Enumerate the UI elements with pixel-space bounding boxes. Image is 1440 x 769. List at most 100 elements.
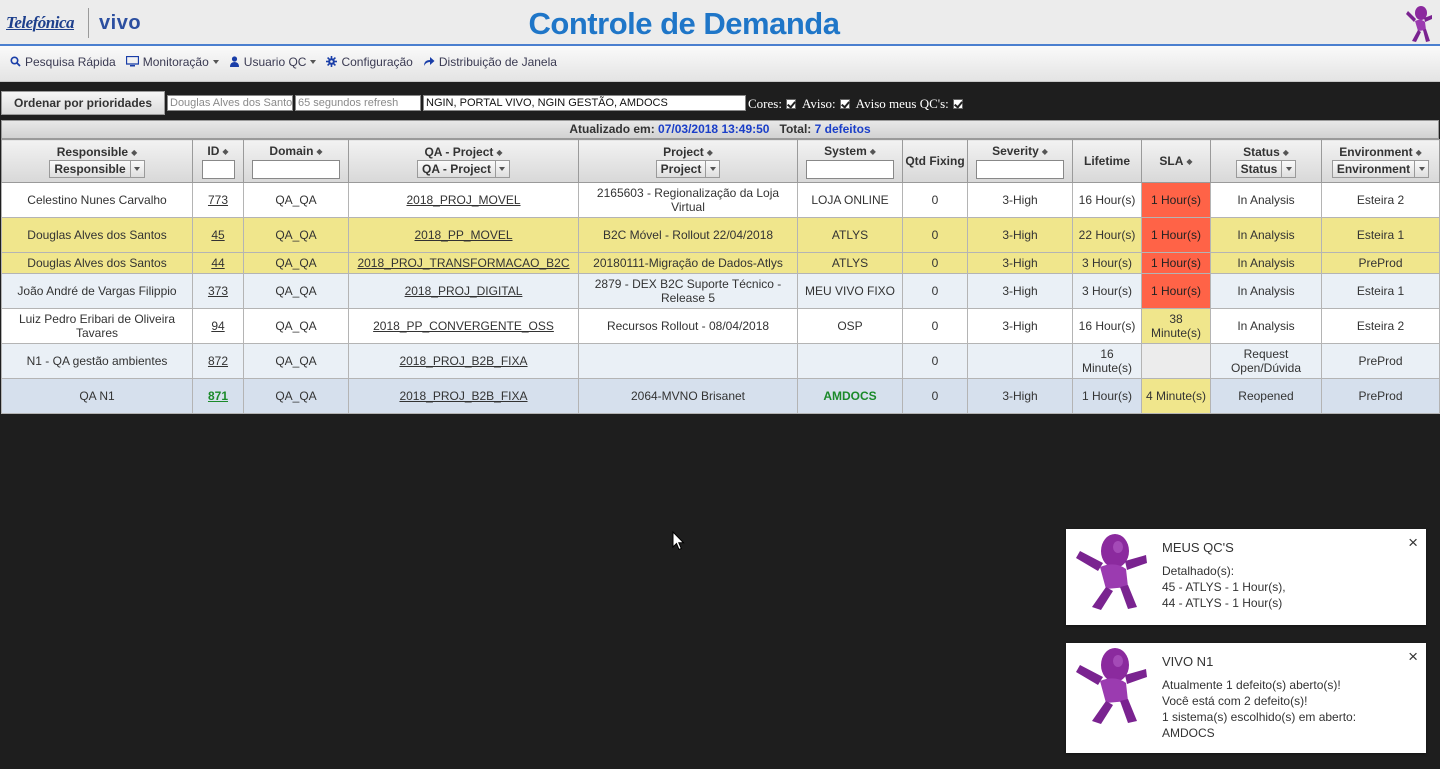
- defect-id-link[interactable]: 45: [211, 228, 224, 242]
- qa-project-link[interactable]: 2018_PP_MOVEL: [414, 228, 512, 242]
- col-id[interactable]: ID ◆: [192, 139, 244, 183]
- table-row[interactable]: Luiz Pedro Eribari de Oliveira Tavares 9…: [1, 308, 1440, 344]
- chevron-down-icon: [1414, 160, 1428, 177]
- table-row-selected[interactable]: QA N1 871 QA_QA 2018_PROJ_B2B_FIXA 2064-…: [1, 378, 1440, 414]
- cell-responsible: Douglas Alves dos Santos: [1, 217, 193, 253]
- table-row[interactable]: Douglas Alves dos Santos 45 QA_QA 2018_P…: [1, 217, 1440, 253]
- chevron-down-icon: [705, 160, 719, 177]
- cell-severity: 3-High: [967, 252, 1073, 274]
- notification-line: AMDOCS: [1162, 726, 1215, 740]
- aviso-checkbox[interactable]: [839, 99, 850, 109]
- system-filter-input[interactable]: [806, 159, 894, 179]
- notification-line: Atualmente 1 defeito(s) aberto(s)!: [1162, 678, 1341, 692]
- status-filter-select[interactable]: Status: [1235, 159, 1297, 178]
- updated-value: 07/03/2018 13:49:50: [658, 122, 770, 136]
- col-label: ID: [207, 143, 220, 158]
- mascot-icon: [1076, 534, 1147, 610]
- id-filter-input[interactable]: [201, 159, 235, 179]
- qa-project-link[interactable]: 2018_PROJ_B2B_FIXA: [399, 354, 527, 368]
- notification-line: Detalhado(s):: [1162, 564, 1235, 578]
- cell-system: [797, 343, 903, 379]
- table-row[interactable]: N1 - QA gestão ambientes 872 QA_QA 2018_…: [1, 343, 1440, 379]
- app-header: Telefónica vivo Controle de Demanda: [0, 0, 1440, 46]
- defect-id-link[interactable]: 773: [208, 193, 228, 207]
- user-icon: [229, 56, 240, 67]
- select-label: Responsible: [54, 161, 126, 176]
- col-label: Project: [663, 144, 704, 159]
- defect-id-link[interactable]: 44: [211, 256, 224, 270]
- sort-icon: ◆: [1186, 157, 1193, 166]
- defect-id-link[interactable]: 872: [208, 354, 228, 368]
- menu-pesquisa-rapida[interactable]: Pesquisa Rápida: [10, 55, 116, 69]
- col-system[interactable]: System ◆: [797, 139, 903, 183]
- qa-project-link[interactable]: 2018_PROJ_MOVEL: [406, 193, 520, 207]
- cell-qtd-fixing: 0: [902, 217, 968, 253]
- col-qtd-fixing: Qtd Fixing: [902, 139, 968, 183]
- aviso-meus-qcs-checkbox[interactable]: [952, 99, 963, 109]
- cell-responsible: Luiz Pedro Eribari de Oliveira Tavares: [1, 308, 193, 344]
- cell-qa-project: 2018_PP_MOVEL: [348, 217, 579, 253]
- defect-id-link[interactable]: 373: [208, 284, 228, 298]
- cell-project: Recursos Rollout - 08/04/2018: [578, 308, 798, 344]
- qa-project-link[interactable]: 2018_PP_CONVERGENTE_OSS: [373, 319, 554, 333]
- menu-label: Usuario QC: [243, 54, 307, 69]
- col-project[interactable]: Project ◆ Project: [578, 139, 798, 183]
- notification-title: MEUS QC'S: [1162, 540, 1234, 555]
- table-row[interactable]: Douglas Alves dos Santos 44 QA_QA 2018_P…: [1, 252, 1440, 274]
- table-row[interactable]: João André de Vargas Filippio 373 QA_QA …: [1, 273, 1440, 309]
- menu-label: Configuração: [341, 54, 413, 69]
- total-label: Total:: [779, 122, 812, 136]
- cell-severity: 3-High: [967, 273, 1073, 309]
- cores-checkbox[interactable]: [785, 99, 796, 109]
- user-filter-input[interactable]: Douglas Alves dos Santos: [167, 95, 293, 111]
- cell-system: OSP: [797, 308, 903, 344]
- menu-distribuicao-janela[interactable]: Distribuição de Janela: [423, 55, 557, 69]
- close-icon[interactable]: ×: [1408, 648, 1418, 665]
- cell-lifetime: 16 Hour(s): [1072, 182, 1142, 218]
- refresh-interval-input[interactable]: 65 segundos refresh: [295, 95, 421, 111]
- severity-filter-input[interactable]: [976, 159, 1064, 179]
- notification-line: 45 - ATLYS - 1 Hour(s),: [1162, 580, 1286, 594]
- qa-project-link[interactable]: 2018_PROJ_B2B_FIXA: [399, 389, 527, 403]
- project-filter-select[interactable]: Project: [655, 159, 721, 178]
- systems-filter-input[interactable]: NGIN, PORTAL VIVO, NGIN GESTÃO, AMDOCS: [423, 95, 746, 111]
- cell-lifetime: 22 Hour(s): [1072, 217, 1142, 253]
- cell-status: In Analysis: [1210, 182, 1322, 218]
- table-row[interactable]: Celestino Nunes Carvalho 773 QA_QA 2018_…: [1, 182, 1440, 218]
- notification-title: VIVO N1: [1162, 654, 1214, 669]
- table-body: Celestino Nunes Carvalho 773 QA_QA 2018_…: [1, 182, 1440, 414]
- col-label: Status: [1243, 144, 1280, 159]
- qa-project-filter-select[interactable]: QA - Project: [417, 159, 510, 178]
- option-checkboxes: Cores: Aviso: Aviso meus QC's:: [748, 96, 969, 112]
- close-icon[interactable]: ×: [1408, 534, 1418, 551]
- environment-filter-select[interactable]: Environment: [1331, 159, 1430, 178]
- col-responsible[interactable]: Responsible ◆ Responsible: [1, 139, 193, 183]
- col-label: Responsible: [56, 144, 129, 159]
- qa-project-link[interactable]: 2018_PROJ_DIGITAL: [405, 284, 523, 298]
- cell-status: In Analysis: [1210, 252, 1322, 274]
- col-qa-project[interactable]: QA - Project ◆ QA - Project: [348, 139, 579, 183]
- cell-severity: 3-High: [967, 217, 1073, 253]
- responsible-filter-select[interactable]: Responsible: [49, 159, 145, 178]
- cell-sla: 38 Minute(s): [1141, 308, 1211, 344]
- col-severity[interactable]: Severity ◆: [967, 139, 1073, 183]
- cell-status: Reopened: [1210, 378, 1322, 414]
- sort-icon: ◆: [869, 146, 876, 156]
- col-lifetime: Lifetime: [1072, 139, 1142, 183]
- menu-usuario-qc[interactable]: Usuario QC: [229, 55, 317, 69]
- domain-filter-input[interactable]: [252, 159, 340, 179]
- cell-severity: 3-High: [967, 378, 1073, 414]
- defect-id-link[interactable]: 94: [211, 319, 224, 333]
- menu-configuracao[interactable]: Configuração: [326, 54, 413, 69]
- qa-project-link[interactable]: 2018_PROJ_TRANSFORMACAO_B2C: [357, 256, 569, 270]
- col-status[interactable]: Status ◆ Status: [1210, 139, 1322, 183]
- col-label: QA - Project: [424, 144, 494, 159]
- defect-id-link[interactable]: 871: [208, 389, 228, 403]
- cell-status: Request Open/Dúvida: [1210, 343, 1322, 379]
- col-environment[interactable]: Environment ◆ Environment: [1321, 139, 1440, 183]
- menu-monitoracao[interactable]: Monitoração: [125, 55, 219, 69]
- cell-project: 2064-MVNO Brisanet: [578, 378, 798, 414]
- col-domain[interactable]: Domain ◆: [243, 139, 349, 183]
- order-by-priority-button[interactable]: Ordenar por prioridades: [1, 91, 165, 115]
- col-sla[interactable]: SLA ◆: [1141, 139, 1211, 183]
